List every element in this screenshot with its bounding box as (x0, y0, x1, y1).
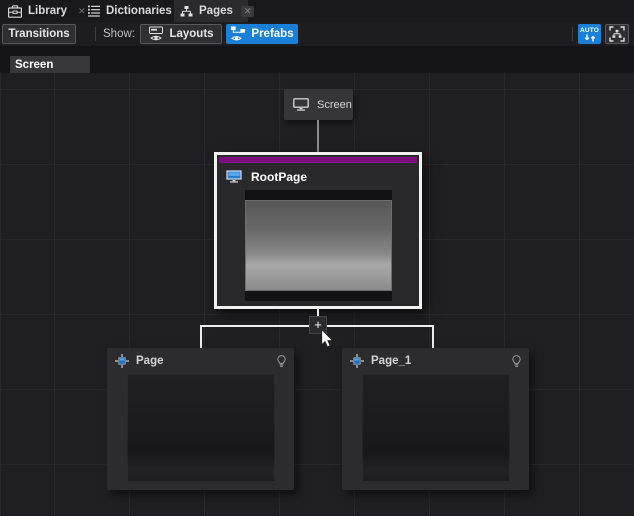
page-1-node-label: Page_1 (371, 355, 411, 367)
rootpage-preview-letterbox-bottom (245, 291, 392, 301)
screen-node[interactable]: Screen (284, 89, 353, 120)
prefab-placeholder-icon (115, 354, 129, 368)
breadcrumb-screen-tab[interactable]: Screen (10, 56, 90, 73)
tab-pages[interactable]: Pages ✕ (174, 0, 248, 22)
layouts-toggle-button[interactable]: Layouts (140, 24, 222, 44)
page-node-label: Page (136, 355, 164, 367)
rootpage-preview-letterbox-top (245, 190, 392, 200)
toolbar-separator (572, 27, 573, 41)
tree-icon (180, 6, 193, 17)
tab-library[interactable]: Library ✕ (2, 0, 80, 22)
fit-to-view-button[interactable] (605, 24, 629, 44)
auto-sync-button-label: AUTO (580, 27, 599, 34)
page-1-node[interactable]: Page_1 (342, 348, 529, 490)
show-label: Show: (103, 22, 135, 46)
rootpage-node-label: RootPage (251, 170, 307, 184)
transitions-button-label: Transitions (8, 28, 69, 40)
lightbulb-icon[interactable] (277, 355, 286, 368)
page-graph-canvas[interactable]: Screen RootPage + (0, 73, 634, 516)
layouts-button-label: Layouts (169, 28, 213, 40)
screen-node-label: Screen (317, 99, 352, 111)
rootpage-header: RootPage (217, 163, 419, 190)
breadcrumb: Screen (0, 46, 634, 73)
pages-editor-window: Library ✕ Dictionaries ✕ Pages ✕ Transit… (0, 0, 634, 516)
layout-eye-icon (148, 26, 164, 42)
connector-drop-left (200, 326, 202, 348)
transitions-button[interactable]: Transitions (2, 24, 76, 44)
rootpage-node[interactable]: RootPage (214, 152, 422, 309)
page-node[interactable]: Page (107, 348, 294, 490)
list-icon (88, 5, 100, 17)
pages-toolbar: Transitions Show: Layouts Prefabs AUTO (0, 22, 634, 46)
tab-dictionaries[interactable]: Dictionaries ✕ (82, 0, 172, 22)
monitor-blue-icon (226, 170, 242, 183)
auto-sync-arrows-icon (584, 34, 596, 42)
fit-to-view-icon (609, 26, 625, 42)
close-icon[interactable]: ✕ (241, 6, 255, 17)
auto-sync-button[interactable]: AUTO (578, 24, 601, 44)
page-1-node-header: Page_1 (342, 348, 529, 374)
rootpage-preview (245, 190, 392, 301)
connector-drop-right (432, 326, 434, 348)
toolbar-separator (95, 27, 96, 41)
tab-dictionaries-label: Dictionaries (106, 5, 172, 17)
lightbulb-icon[interactable] (512, 355, 521, 368)
prefabs-button-label: Prefabs (251, 28, 293, 40)
page-1-preview (362, 374, 510, 482)
monitor-icon (293, 98, 309, 111)
prefab-eye-icon (230, 26, 246, 42)
mouse-cursor (320, 329, 334, 354)
tab-pages-label: Pages (199, 5, 233, 17)
prefabs-toggle-button[interactable]: Prefabs (226, 24, 298, 44)
connector-screen-rootpage (317, 120, 319, 152)
page-node-header: Page (107, 348, 294, 374)
toolbox-icon (8, 5, 22, 18)
tab-bar: Library ✕ Dictionaries ✕ Pages ✕ (0, 0, 634, 22)
tab-library-label: Library (28, 5, 67, 17)
rootpage-preview-image (245, 200, 392, 291)
page-preview (127, 374, 275, 482)
prefab-placeholder-icon (350, 354, 364, 368)
